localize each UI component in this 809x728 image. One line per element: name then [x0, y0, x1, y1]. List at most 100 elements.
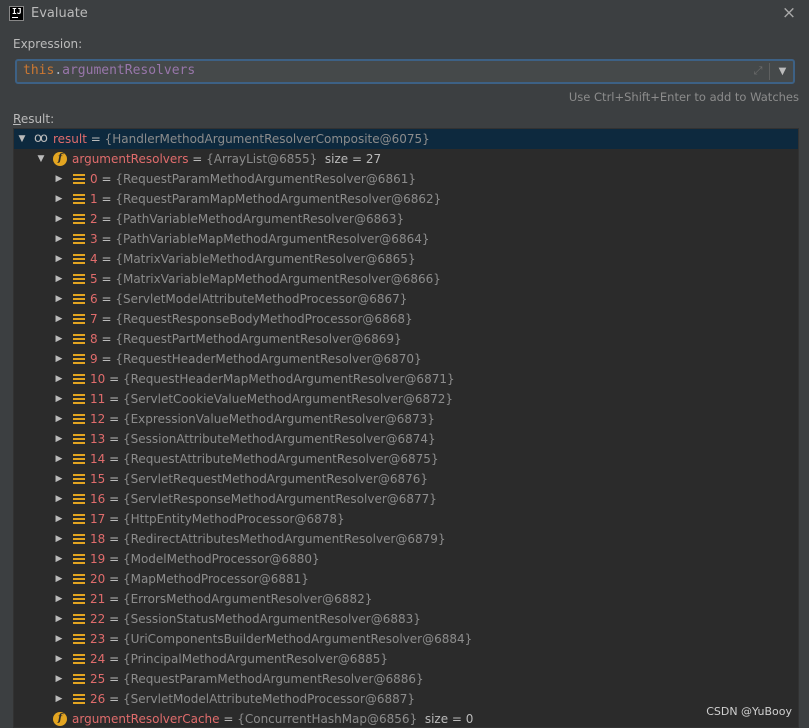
window-title: Evaluate — [31, 6, 88, 21]
tree-row-list-item[interactable]: ▶ 9 = {RequestHeaderMethodArgumentResolve… — [14, 349, 798, 369]
expand-arrow-icon[interactable]: ▶ — [53, 409, 65, 429]
expand-arrow-icon[interactable]: ▶ — [53, 329, 65, 349]
expand-arrow-icon[interactable]: ▶ — [53, 289, 65, 309]
result-tree[interactable]: ▼ oo result = {HandlerMethodArgumentReso… — [13, 128, 799, 728]
list-element-icon — [73, 253, 85, 265]
tree-row-list-item[interactable]: ▶ 10 = {RequestHeaderMapMethodArgumentRes… — [14, 369, 798, 389]
tree-row-argument-resolvers[interactable]: ▼ f argumentResolvers = {ArrayList@6855}… — [14, 149, 798, 169]
expand-arrow-icon[interactable]: ▶ — [53, 689, 65, 709]
expand-arrow-icon[interactable]: ▶ — [53, 369, 65, 389]
expand-arrow-icon[interactable]: ▶ — [53, 529, 65, 549]
tree-row-list-item[interactable]: ▶ 20 = {MapMethodProcessor@6881} — [14, 569, 798, 589]
item-index: 8 — [90, 332, 98, 346]
item-equals: = — [97, 332, 116, 346]
tree-row-list-item[interactable]: ▶ 5 = {MatrixVariableMapMethodArgumentRes… — [14, 269, 798, 289]
expand-arrow-icon[interactable]: ▶ — [53, 629, 65, 649]
item-index: 10 — [90, 372, 106, 386]
item-index: 25 — [90, 672, 106, 686]
tree-row-list-item[interactable]: ▶ 18 = {RedirectAttributesMethodArgumentR… — [14, 529, 798, 549]
list-element-icon — [73, 413, 85, 425]
expand-arrow-icon[interactable]: ▶ — [53, 169, 65, 189]
result-name: result — [53, 132, 87, 146]
expand-arrow-icon[interactable]: ▶ — [53, 309, 65, 329]
item-equals: = — [97, 212, 116, 226]
tree-row-list-item[interactable]: ▶ 3 = {PathVariableMapMethodArgumentResol… — [14, 229, 798, 249]
tree-row-list-item[interactable]: ▶ 14 = {RequestAttributeMethodArgumentRes… — [14, 449, 798, 469]
tree-row-argument-resolver-cache[interactable]: f argumentResolverCache = {ConcurrentHas… — [14, 709, 798, 727]
tree-row-list-item[interactable]: ▶ 4 = {MatrixVariableMethodArgumentResolv… — [14, 249, 798, 269]
expression-input[interactable]: this.argumentResolvers — [23, 63, 743, 81]
item-equals: = — [105, 372, 123, 386]
expand-arrow-icon[interactable]: ▶ — [53, 249, 65, 269]
list-element-icon — [73, 353, 85, 365]
expand-arrow-icon[interactable]: ▶ — [53, 549, 65, 569]
expand-arrow-icon[interactable]: ▶ — [53, 389, 65, 409]
item-index: 14 — [90, 452, 106, 466]
item-value: {ServletResponseMethodArgumentResolver@6… — [122, 492, 437, 506]
item-equals: = — [105, 472, 123, 486]
item-value: {ErrorsMethodArgumentResolver@6882} — [122, 592, 373, 606]
item-equals: = — [97, 172, 116, 186]
expand-arrow-icon[interactable]: ▶ — [53, 569, 65, 589]
tree-row-list-item[interactable]: ▶ 2 = {PathVariableMethodArgumentResolver… — [14, 209, 798, 229]
item-value: {RequestAttributeMethodArgumentResolver@… — [122, 452, 439, 466]
expand-arrow-icon[interactable]: ▶ — [53, 589, 65, 609]
expand-arrow-icon[interactable]: ▶ — [53, 189, 65, 209]
tree-row-list-item[interactable]: ▶ 8 = {RequestPartMethodArgumentResolver@… — [14, 329, 798, 349]
tree-row-list-item[interactable]: ▶ 1 = {RequestParamMapMethodArgumentResol… — [14, 189, 798, 209]
list-element-icon — [73, 513, 85, 525]
expand-arrow-icon[interactable]: ▶ — [53, 449, 65, 469]
tree-row-list-item[interactable]: ▶ 13 = {SessionAttributeMethodArgumentRes… — [14, 429, 798, 449]
list-element-icon — [73, 173, 85, 185]
expand-arrow-icon[interactable]: ▶ — [53, 469, 65, 489]
item-equals: = — [97, 312, 116, 326]
collapse-arrow-icon[interactable]: ▼ — [16, 129, 28, 149]
expand-arrow-icon[interactable]: ▶ — [53, 429, 65, 449]
list-element-icon — [73, 633, 85, 645]
expand-arrow-icon[interactable]: ▶ — [53, 509, 65, 529]
collapse-arrow-icon[interactable]: ▼ — [35, 149, 47, 169]
expand-arrow-icon[interactable]: ▶ — [53, 489, 65, 509]
item-equals: = — [105, 552, 123, 566]
item-index: 9 — [90, 352, 98, 366]
tree-row-list-item[interactable]: ▶ 19 = {ModelMethodProcessor@6880} — [14, 549, 798, 569]
tree-row-list-item[interactable]: ▶ 15 = {ServletRequestMethodArgumentResol… — [14, 469, 798, 489]
tree-row-list-item[interactable]: ▶ 11 = {ServletCookieValueMethodArgumentR… — [14, 389, 798, 409]
tree-row-list-item[interactable]: ▶ 0 = {RequestParamMethodArgumentResolver… — [14, 169, 798, 189]
item-value: {RequestParamMapMethodArgumentResolver@6… — [115, 192, 442, 206]
tree-row-result[interactable]: ▼ oo result = {HandlerMethodArgumentReso… — [14, 129, 798, 149]
intellij-idea-icon: IJ — [9, 6, 24, 21]
list-element-icon — [73, 553, 85, 565]
expand-arrow-icon[interactable]: ▶ — [53, 229, 65, 249]
expand-arrow-icon[interactable]: ▶ — [53, 669, 65, 689]
item-equals: = — [105, 492, 123, 506]
tree-row-list-item[interactable]: ▶ 26 = {ServletModelAttributeMethodProces… — [14, 689, 798, 709]
tree-row-list-item[interactable]: ▶ 21 = {ErrorsMethodArgumentResolver@6882… — [14, 589, 798, 609]
tree-row-list-item[interactable]: ▶ 17 = {HttpEntityMethodProcessor@6878} — [14, 509, 798, 529]
expand-arrow-icon[interactable]: ▶ — [53, 349, 65, 369]
expand-arrow-icon[interactable]: ▶ — [53, 269, 65, 289]
history-dropdown-button[interactable]: ▼ — [770, 61, 795, 82]
expand-arrow-icon[interactable]: ▶ — [53, 649, 65, 669]
close-button[interactable]: × — [781, 5, 797, 22]
tree-row-list-item[interactable]: ▶ 16 = {ServletResponseMethodArgumentReso… — [14, 489, 798, 509]
item-value: {SessionAttributeMethodArgumentResolver@… — [122, 432, 436, 446]
tree-row-list-item[interactable]: ▶ 24 = {PrincipalMethodArgumentResolver@6… — [14, 649, 798, 669]
item-index: 17 — [90, 512, 106, 526]
expand-arrow-icon[interactable]: ▶ — [53, 209, 65, 229]
expand-icon[interactable]: ⤢ — [751, 64, 765, 78]
tree-row-list-item[interactable]: ▶ 22 = {SessionStatusMethodArgumentResolv… — [14, 609, 798, 629]
tree-row-list-item[interactable]: ▶ 7 = {RequestResponseBodyMethodProcessor… — [14, 309, 798, 329]
field-icon: f — [53, 152, 67, 166]
expand-arrow-icon[interactable]: ▶ — [53, 609, 65, 629]
expression-keyword: this — [23, 63, 55, 78]
tree-row-list-item[interactable]: ▶ 12 = {ExpressionValueMethodArgumentReso… — [14, 409, 798, 429]
list-element-icon — [73, 333, 85, 345]
list-element-icon — [73, 473, 85, 485]
list-element-icon — [73, 373, 85, 385]
item-value: {SessionStatusMethodArgumentResolver@688… — [122, 612, 421, 626]
tree-row-list-item[interactable]: ▶ 6 = {ServletModelAttributeMethodProcess… — [14, 289, 798, 309]
tree-row-list-item[interactable]: ▶ 25 = {RequestParamMethodArgumentResolve… — [14, 669, 798, 689]
tree-row-list-item[interactable]: ▶ 23 = {UriComponentsBuilderMethodArgumen… — [14, 629, 798, 649]
list-element-icon — [73, 233, 85, 245]
